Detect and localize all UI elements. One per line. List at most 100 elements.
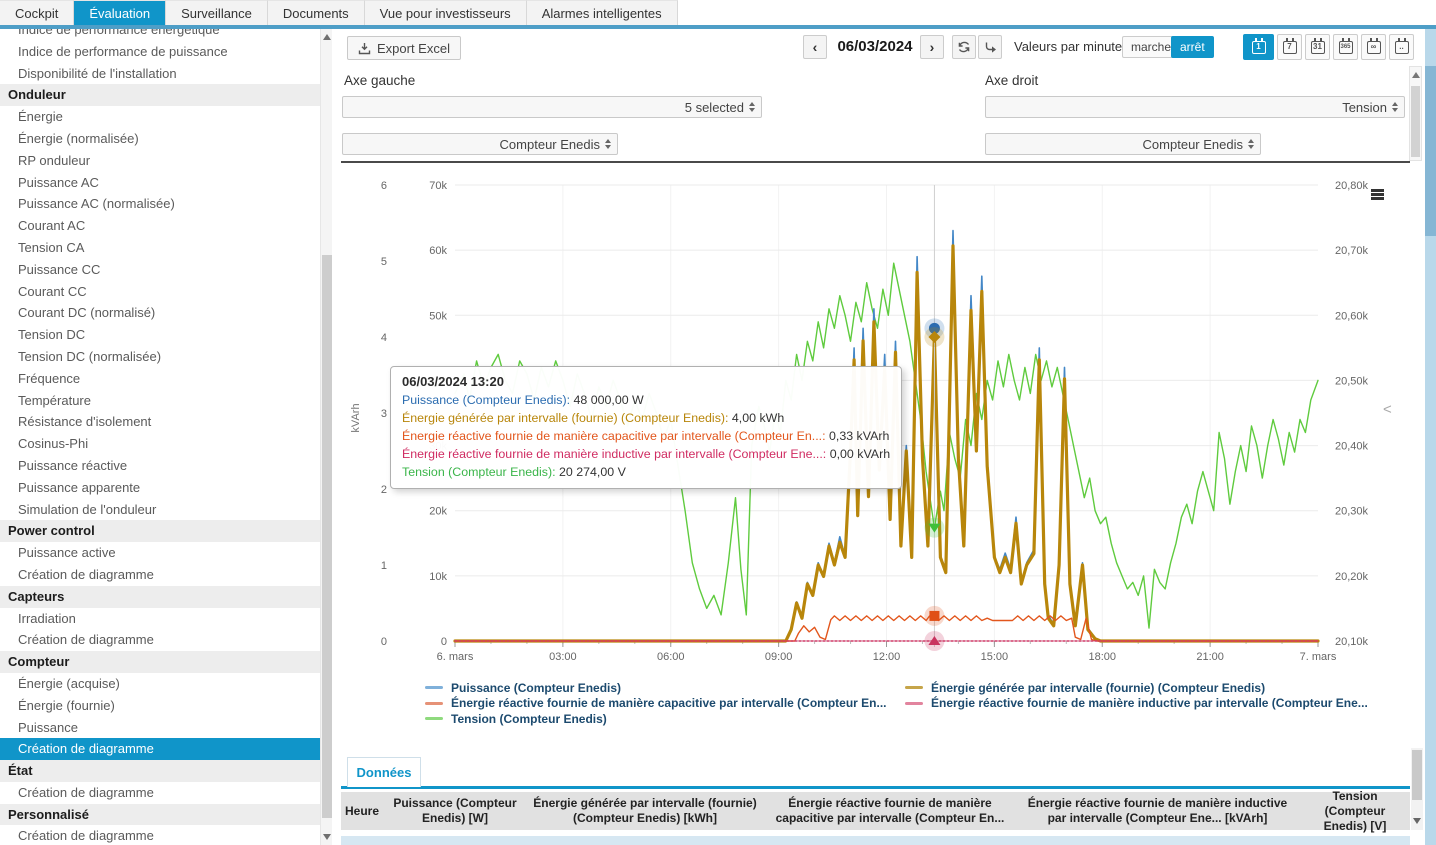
- scroll-down-icon[interactable]: [323, 834, 331, 840]
- nav-tab-vue-pour-investisseurs[interactable]: Vue pour investisseurs: [365, 0, 527, 25]
- nav-tab-documents[interactable]: Documents: [268, 0, 365, 25]
- legend-item[interactable]: Énergie réactive fournie de manière capa…: [425, 696, 887, 712]
- sidebar-item[interactable]: Tension DC (normalisée): [0, 346, 320, 368]
- legend-item[interactable]: Énergie générée par intervalle (fournie)…: [905, 680, 1368, 696]
- collapse-panel-icon[interactable]: <: [1383, 401, 1392, 418]
- sidebar-section-header[interactable]: Personnalisé: [0, 804, 320, 826]
- sidebar-item[interactable]: Puissance: [0, 717, 320, 739]
- tooltip-series-label: Tension (Compteur Enedis):: [402, 465, 559, 479]
- range-button-day[interactable]: 1: [1243, 34, 1274, 60]
- tooltip-value: 0,33 kVArh: [829, 429, 889, 443]
- scrollbar-thumb[interactable]: [1412, 750, 1422, 800]
- left-axis-source-select[interactable]: Compteur Enedis: [342, 133, 618, 155]
- sidebar-item[interactable]: Fréquence: [0, 368, 320, 390]
- sidebar-item[interactable]: Tension CA: [0, 237, 320, 259]
- values-per-minute-label: Valeurs par minute: [1014, 35, 1122, 59]
- legend-dash-icon: [905, 686, 923, 689]
- nav-tab-alarmes-intelligentes[interactable]: Alarmes intelligentes: [527, 0, 678, 25]
- prev-day-button[interactable]: ‹: [803, 35, 827, 59]
- sidebar-item[interactable]: Puissance AC: [0, 172, 320, 194]
- sidebar-item[interactable]: Énergie: [0, 106, 320, 128]
- scroll-down-icon[interactable]: [1413, 818, 1421, 824]
- sidebar-item[interactable]: Cosinus-Phi: [0, 433, 320, 455]
- sidebar-item[interactable]: Puissance apparente: [0, 477, 320, 499]
- data-point-marker[interactable]: [929, 611, 939, 621]
- sidebar-section-header[interactable]: Onduleur: [0, 84, 320, 106]
- scrollbar-thumb[interactable]: [322, 255, 332, 818]
- tab-donnees[interactable]: Données: [347, 757, 421, 787]
- sidebar-list: Indice de performance énergétiqueIndice …: [0, 29, 320, 845]
- scroll-up-icon[interactable]: [1412, 72, 1420, 78]
- legend-item[interactable]: Puissance (Compteur Enedis): [425, 680, 887, 696]
- range-button-week[interactable]: 7: [1277, 34, 1302, 60]
- left-axis-source-value: Compteur Enedis: [500, 137, 600, 152]
- sidebar-section-header[interactable]: Compteur: [0, 651, 320, 673]
- column-header: Énergie générée par intervalle (fournie)…: [525, 792, 765, 830]
- scrollbar-thumb[interactable]: [1411, 86, 1420, 157]
- tooltip-line: Énergie réactive fournie de manière capa…: [402, 427, 890, 445]
- range-button-month[interactable]: 31: [1305, 34, 1330, 60]
- jump-to-today-button[interactable]: [978, 35, 1002, 59]
- sidebar-item[interactable]: Indice de performance de puissance: [0, 41, 320, 63]
- sidebar-item[interactable]: Puissance active: [0, 542, 320, 564]
- range-button-year[interactable]: 365: [1333, 34, 1358, 60]
- sidebar-section-header[interactable]: État: [0, 760, 320, 782]
- sidebar-item[interactable]: Énergie (acquise): [0, 673, 320, 695]
- app-window: CockpitÉvaluationSurveillanceDocumentsVu…: [0, 0, 1436, 845]
- svg-text:09:00: 09:00: [765, 651, 793, 663]
- column-header: Énergie réactive fournie de manière capa…: [765, 792, 1015, 830]
- sidebar-item[interactable]: Création de diagramme: [0, 782, 320, 804]
- svg-text:70k: 70k: [429, 180, 447, 192]
- nav-tab-cockpit[interactable]: Cockpit: [0, 0, 74, 25]
- sidebar-scrollbar[interactable]: [320, 29, 332, 845]
- sidebar-item[interactable]: Simulation de l'onduleur: [0, 499, 320, 521]
- minute-values-off-button[interactable]: arrêt: [1171, 36, 1214, 58]
- sidebar-item[interactable]: Tension DC: [0, 324, 320, 346]
- sidebar-item[interactable]: Résistance d'isolement: [0, 411, 320, 433]
- sidebar-item[interactable]: Puissance AC (normalisée): [0, 193, 320, 215]
- scrollbar-thumb[interactable]: [1425, 66, 1436, 236]
- sidebar-item[interactable]: Courant CC: [0, 281, 320, 303]
- export-excel-button[interactable]: Export Excel: [347, 36, 461, 60]
- legend-item[interactable]: Énergie réactive fournie de manière indu…: [905, 696, 1368, 712]
- right-axis-source-select[interactable]: Compteur Enedis: [985, 133, 1261, 155]
- sidebar-item[interactable]: Puissance CC: [0, 259, 320, 281]
- left-axis-select[interactable]: 5 selected: [342, 96, 762, 118]
- panel-scrollbar[interactable]: [1409, 66, 1422, 161]
- sidebar-item[interactable]: RP onduleur: [0, 150, 320, 172]
- nav-tab-surveillance[interactable]: Surveillance: [166, 0, 268, 25]
- calendar-icon: ..: [1395, 41, 1409, 54]
- range-button-custom[interactable]: ..: [1389, 34, 1414, 60]
- svg-text:7. mars: 7. mars: [1300, 651, 1337, 663]
- nav-tab--valuation[interactable]: Évaluation: [74, 0, 166, 25]
- sidebar-item[interactable]: Température: [0, 390, 320, 412]
- top-nav: CockpitÉvaluationSurveillanceDocumentsVu…: [0, 0, 1436, 25]
- right-axis-select[interactable]: Tension: [985, 96, 1405, 118]
- sidebar-item[interactable]: Indice de performance énergétique: [0, 29, 320, 41]
- svg-text:0: 0: [381, 636, 387, 648]
- sidebar-section-header[interactable]: Power control: [0, 520, 320, 542]
- sidebar-item[interactable]: Disponibilité de l'installation: [0, 63, 320, 85]
- page-scrollbar[interactable]: [1425, 29, 1436, 845]
- sidebar-item[interactable]: Énergie (fournie): [0, 695, 320, 717]
- sidebar-item[interactable]: Création de diagramme: [0, 738, 320, 760]
- tooltip-title: 06/03/2024 13:20: [402, 374, 890, 389]
- range-button-total[interactable]: ∞: [1361, 34, 1386, 60]
- sidebar-item[interactable]: Création de diagramme: [0, 825, 320, 845]
- legend-item[interactable]: Tension (Compteur Enedis): [425, 711, 887, 727]
- refresh-button[interactable]: [952, 35, 976, 59]
- sidebar-item[interactable]: Énergie (normalisée): [0, 128, 320, 150]
- sidebar-item[interactable]: Création de diagramme: [0, 564, 320, 586]
- sidebar-item[interactable]: Courant DC (normalisé): [0, 302, 320, 324]
- column-header: Énergie réactive fournie de manière indu…: [1015, 792, 1300, 830]
- scroll-up-icon[interactable]: [323, 34, 331, 40]
- sidebar-item[interactable]: Courant AC: [0, 215, 320, 237]
- table-scrollbar[interactable]: [1411, 748, 1423, 830]
- sidebar-item[interactable]: Puissance réactive: [0, 455, 320, 477]
- sidebar-item[interactable]: Création de diagramme: [0, 629, 320, 651]
- sidebar-section-header[interactable]: Capteurs: [0, 586, 320, 608]
- chart-menu-icon[interactable]: [1371, 189, 1384, 201]
- svg-text:5: 5: [381, 256, 387, 268]
- sidebar-item[interactable]: Irradiation: [0, 608, 320, 630]
- next-day-button[interactable]: ›: [920, 35, 944, 59]
